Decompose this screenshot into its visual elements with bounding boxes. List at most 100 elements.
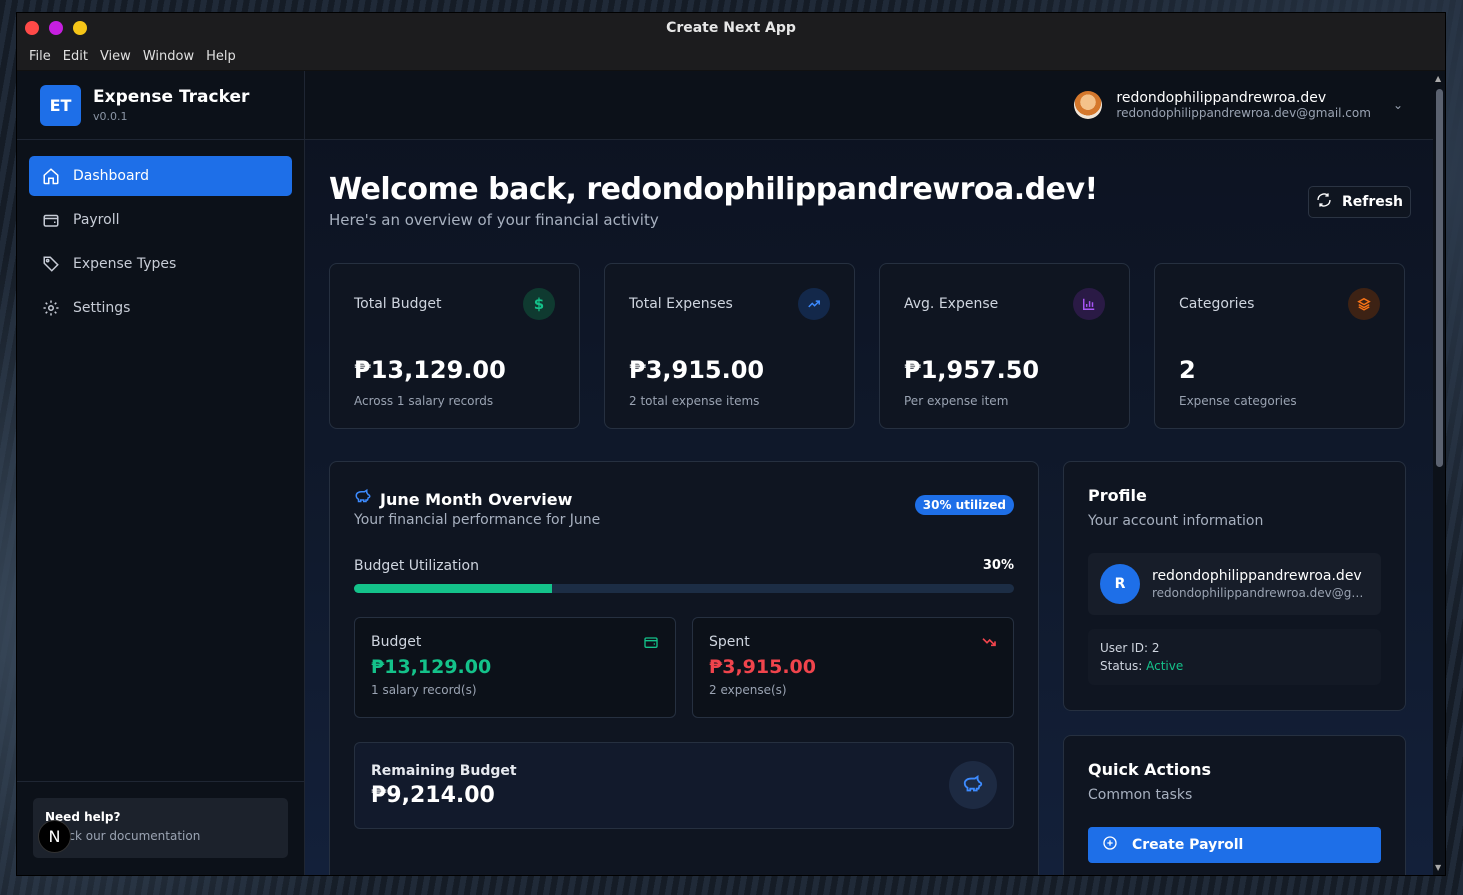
sidebar-item-dashboard[interactable]: Dashboard bbox=[29, 156, 292, 196]
stat-card-total-budget: Total Budget $ ₱13,129.00 Across 1 salar… bbox=[329, 263, 580, 429]
brand-version: v0.0.1 bbox=[93, 110, 128, 123]
budget-value: ₱13,129.00 bbox=[371, 656, 492, 678]
month-overview-card: June Month Overview Your financial perfo… bbox=[329, 461, 1039, 875]
piggy-bank-icon bbox=[949, 761, 997, 809]
window-title: Create Next App bbox=[666, 20, 796, 36]
menu-help[interactable]: Help bbox=[200, 49, 242, 64]
app-window: Create Next App File Edit View Window He… bbox=[17, 13, 1445, 875]
sidebar-item-payroll[interactable]: Payroll bbox=[29, 200, 292, 240]
piggy-bank-icon bbox=[354, 488, 372, 510]
sidebar: ET Expense Tracker v0.0.1 Dashboard Payr… bbox=[17, 71, 305, 875]
profile-user: R redondophilippandrewroa.dev redondophi… bbox=[1088, 553, 1381, 615]
nextjs-badge[interactable]: N bbox=[38, 820, 71, 853]
scroll-up-arrow[interactable]: ▲ bbox=[1435, 74, 1441, 83]
stat-value: ₱1,957.50 bbox=[904, 356, 1040, 384]
spent-desc: 2 expense(s) bbox=[709, 683, 787, 697]
main-content: redondophilippandrewroa.dev redondophili… bbox=[305, 71, 1445, 875]
profile-name: redondophilippandrewroa.dev bbox=[1152, 568, 1362, 584]
user-name: redondophilippandrewroa.dev bbox=[1116, 90, 1327, 106]
menu-view[interactable]: View bbox=[94, 49, 137, 64]
page-subtitle: Here's an overview of your financial act… bbox=[329, 211, 659, 229]
budget-spent-row: Budget ₱13,129.00 1 salary record(s) Spe… bbox=[354, 617, 1014, 718]
menu-file[interactable]: File bbox=[23, 49, 57, 64]
stat-desc: Expense categories bbox=[1179, 394, 1297, 408]
utilization-label: Budget Utilization bbox=[354, 558, 479, 574]
spent-card: Spent ₱3,915.00 2 expense(s) bbox=[692, 617, 1014, 718]
remaining-value: ₱9,214.00 bbox=[371, 783, 495, 808]
help-title: Need help? bbox=[45, 810, 121, 824]
remaining-label: Remaining Budget bbox=[371, 763, 517, 779]
dollar-icon: $ bbox=[523, 288, 555, 320]
stat-card-avg-expense: Avg. Expense ₱1,957.50 Per expense item bbox=[879, 263, 1130, 429]
profile-email: redondophilippandrewroa.dev@gmail.com bbox=[1152, 586, 1370, 600]
user-menu[interactable]: redondophilippandrewroa.dev redondophili… bbox=[1074, 90, 1403, 120]
brand-title: Expense Tracker bbox=[93, 87, 250, 107]
home-icon bbox=[41, 166, 61, 186]
stat-desc: Across 1 salary records bbox=[354, 394, 494, 408]
sidebar-item-expense-types[interactable]: Expense Types bbox=[29, 244, 292, 284]
second-row: June Month Overview Your financial perfo… bbox=[329, 461, 1421, 875]
sidebar-item-label: Payroll bbox=[73, 212, 120, 228]
utilization-percent: 30% bbox=[982, 558, 1014, 573]
page-title: Welcome back, redondophilippandrewroa.de… bbox=[329, 172, 1098, 207]
stat-value: 2 bbox=[1179, 356, 1196, 384]
budget-label: Budget bbox=[371, 634, 422, 650]
dashboard-content: Welcome back, redondophilippandrewroa.de… bbox=[305, 140, 1445, 875]
status-row: Status: Active bbox=[1100, 659, 1184, 673]
title-bar: Create Next App bbox=[17, 13, 1445, 43]
minimize-window-button[interactable] bbox=[49, 21, 63, 35]
profile-meta: User ID: 2 Status: Active bbox=[1088, 629, 1381, 685]
chevron-down-icon[interactable]: ⌄ bbox=[1393, 98, 1403, 112]
stat-card-categories: Categories 2 Expense categories bbox=[1154, 263, 1405, 429]
bar-chart-icon bbox=[1073, 288, 1105, 320]
profile-title: Profile bbox=[1088, 486, 1147, 505]
menu-window[interactable]: Window bbox=[137, 49, 200, 64]
profile-subtitle: Your account information bbox=[1088, 513, 1264, 529]
tag-icon bbox=[41, 254, 61, 274]
spent-value: ₱3,915.00 bbox=[709, 656, 816, 678]
avatar bbox=[1074, 91, 1103, 119]
vertical-scrollbar[interactable]: ▲ ▼ bbox=[1433, 71, 1445, 875]
stat-value: ₱3,915.00 bbox=[629, 356, 765, 384]
scroll-down-arrow[interactable]: ▼ bbox=[1435, 863, 1441, 872]
utilization-badge: 30% utilized bbox=[914, 495, 1014, 515]
brand-logo: ET bbox=[40, 84, 81, 126]
sidebar-item-label: Settings bbox=[73, 300, 131, 316]
stat-desc: Per expense item bbox=[904, 394, 1009, 408]
gear-icon bbox=[41, 298, 61, 318]
spent-label: Spent bbox=[709, 634, 750, 650]
app-body: ET Expense Tracker v0.0.1 Dashboard Payr… bbox=[17, 71, 1445, 875]
right-column: Profile Your account information R redon… bbox=[1063, 461, 1406, 875]
stat-desc: 2 total expense items bbox=[629, 394, 760, 408]
menu-edit[interactable]: Edit bbox=[57, 49, 94, 64]
scroll-thumb[interactable] bbox=[1436, 89, 1443, 467]
utilization-row: Budget Utilization 30% bbox=[354, 558, 1014, 574]
stat-value: ₱13,129.00 bbox=[354, 356, 506, 384]
refresh-button[interactable]: Refresh bbox=[1308, 186, 1411, 218]
stats-row: Total Budget $ ₱13,129.00 Across 1 salar… bbox=[329, 263, 1421, 429]
help-box[interactable]: Need help? Check our documentation N bbox=[33, 798, 288, 858]
close-window-button[interactable] bbox=[25, 21, 39, 35]
maximize-window-button[interactable] bbox=[73, 21, 87, 35]
help-area: Need help? Check our documentation N bbox=[17, 781, 304, 875]
utilization-progress-bar bbox=[354, 584, 1014, 593]
user-email: redondophilippandrewroa.dev@gmail.com bbox=[1116, 106, 1371, 120]
plus-circle-icon bbox=[1102, 835, 1118, 855]
trending-down-icon bbox=[981, 634, 997, 654]
sidebar-item-label: Expense Types bbox=[73, 256, 177, 272]
menu-bar: File Edit View Window Help bbox=[17, 43, 1445, 71]
create-payroll-button[interactable]: Create Payroll bbox=[1088, 827, 1381, 863]
refresh-icon bbox=[1316, 192, 1332, 212]
quick-actions-card: Quick Actions Common tasks Create Payrol… bbox=[1063, 735, 1406, 875]
help-text[interactable]: Check our documentation bbox=[45, 829, 276, 843]
user-id-value: 2 bbox=[1151, 641, 1160, 655]
sidebar-item-label: Dashboard bbox=[73, 168, 149, 184]
remaining-budget-card: Remaining Budget ₱9,214.00 bbox=[354, 742, 1014, 829]
sidebar-nav: Dashboard Payroll Expense Types Settings bbox=[17, 140, 304, 348]
refresh-label: Refresh bbox=[1341, 194, 1404, 210]
quick-actions-title: Quick Actions bbox=[1088, 760, 1212, 779]
quick-actions-subtitle: Common tasks bbox=[1088, 787, 1193, 803]
sidebar-item-settings[interactable]: Settings bbox=[29, 288, 292, 328]
window-controls bbox=[25, 21, 87, 35]
user-id-row: User ID: 2 bbox=[1100, 641, 1160, 655]
